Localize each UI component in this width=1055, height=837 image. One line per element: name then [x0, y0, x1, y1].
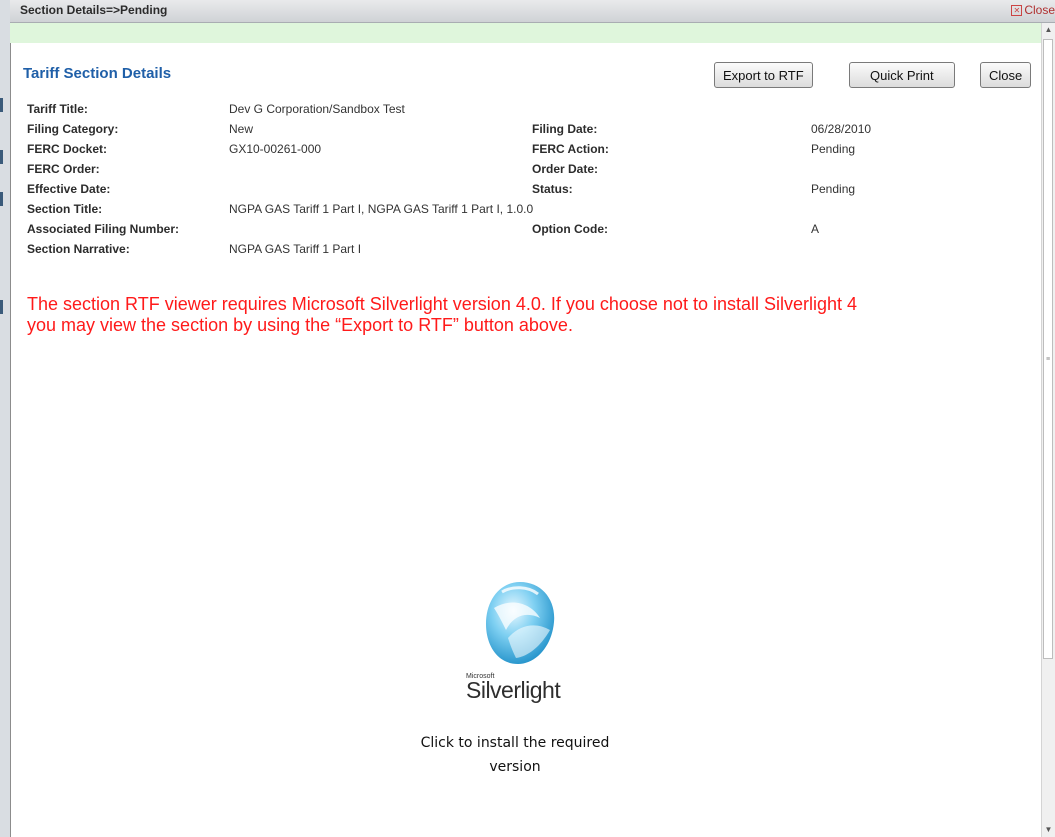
option-code-label: Option Code: — [532, 222, 608, 236]
ferc-action-label: FERC Action: — [532, 142, 609, 156]
detail-row: Effective Date: Status: Pending — [27, 182, 887, 198]
dialog-content: Tariff Section Details Export to RTF Qui… — [10, 43, 1041, 837]
effective-date-label: Effective Date: — [27, 182, 111, 196]
close-button[interactable]: Close — [980, 62, 1032, 88]
detail-row: Tariff Title: Dev G Corporation/Sandbox … — [27, 102, 887, 118]
filing-category-value: New — [229, 122, 254, 136]
detail-row: Section Title: NGPA GAS Tariff 1 Part I,… — [27, 202, 887, 218]
detail-row: FERC Order: Order Date: — [27, 162, 887, 178]
edge-mark — [0, 150, 3, 164]
notice-line: you may view the section by using the “E… — [27, 315, 573, 335]
notice-line: The section RTF viewer requires Microsof… — [27, 294, 858, 314]
section-title-label: Section Title: — [27, 202, 103, 216]
silverlight-wordmark[interactable]: Silverlight — [466, 677, 561, 704]
section-narrative-value: NGPA GAS Tariff 1 Part I — [229, 242, 362, 256]
silverlight-logo-icon[interactable] — [480, 578, 560, 668]
vertical-scrollbar[interactable]: ▲ ≡ ▼ — [1041, 23, 1055, 837]
tariff-title-value: Dev G Corporation/Sandbox Test — [229, 102, 405, 116]
associated-filing-number-label: Associated Filing Number: — [27, 222, 180, 236]
edge-mark — [0, 192, 3, 206]
install-text-line[interactable]: version — [405, 755, 625, 779]
tariff-details: Tariff Title: Dev G Corporation/Sandbox … — [27, 102, 887, 258]
scroll-grip-icon: ≡ — [1046, 356, 1051, 363]
detail-row: Section Narrative: NGPA GAS Tariff 1 Par… — [27, 242, 887, 258]
ferc-docket-label: FERC Docket: — [27, 142, 108, 156]
filing-category-label: Filing Category: — [27, 122, 119, 136]
option-code-value: A — [811, 222, 820, 236]
install-silverlight-link[interactable]: Click to install the required version — [405, 731, 625, 779]
section-narrative-label: Section Narrative: — [27, 242, 130, 256]
order-date-label: Order Date: — [532, 162, 599, 176]
status-value: Pending — [811, 182, 856, 196]
export-to-rtf-button[interactable]: Export to RTF — [714, 62, 813, 88]
quick-print-button[interactable]: Quick Print — [849, 62, 955, 88]
status-band — [10, 23, 1041, 43]
dialog-close-link[interactable]: ✕ Close — [1011, 3, 1055, 17]
edge-mark — [0, 300, 3, 314]
ferc-order-label: FERC Order: — [27, 162, 100, 176]
detail-row: Filing Category: New Filing Date: 06/28/… — [27, 122, 887, 138]
dialog-titlebar[interactable]: Section Details=>Pending ✕ Close — [10, 0, 1055, 23]
status-label: Status: — [532, 182, 573, 196]
install-text-line[interactable]: Click to install the required — [405, 731, 625, 755]
page-title: Tariff Section Details — [23, 65, 172, 82]
scroll-down-arrow-icon[interactable]: ▼ — [1042, 823, 1055, 837]
section-title-value: NGPA GAS Tariff 1 Part I, NGPA GAS Tarif… — [229, 202, 534, 216]
dialog-title: Section Details=>Pending — [20, 3, 168, 17]
tariff-title-label: Tariff Title: — [27, 102, 88, 116]
scroll-up-arrow-icon[interactable]: ▲ — [1042, 23, 1055, 37]
close-icon[interactable]: ✕ — [1011, 5, 1023, 16]
detail-row: FERC Docket: GX10-00261-000 FERC Action:… — [27, 142, 887, 158]
edge-mark — [0, 98, 3, 112]
silverlight-notice: The section RTF viewer requires Microsof… — [27, 294, 1027, 336]
scrollbar-thumb[interactable]: ≡ — [1043, 39, 1053, 659]
ferc-docket-value: GX10-00261-000 — [229, 142, 322, 156]
ferc-action-value: Pending — [811, 142, 856, 156]
detail-row: Associated Filing Number: Option Code: A — [27, 222, 887, 238]
filing-date-value: 06/28/2010 — [811, 122, 872, 136]
filing-date-label: Filing Date: — [532, 122, 598, 136]
dialog-close-label[interactable]: Close — [1024, 3, 1055, 17]
